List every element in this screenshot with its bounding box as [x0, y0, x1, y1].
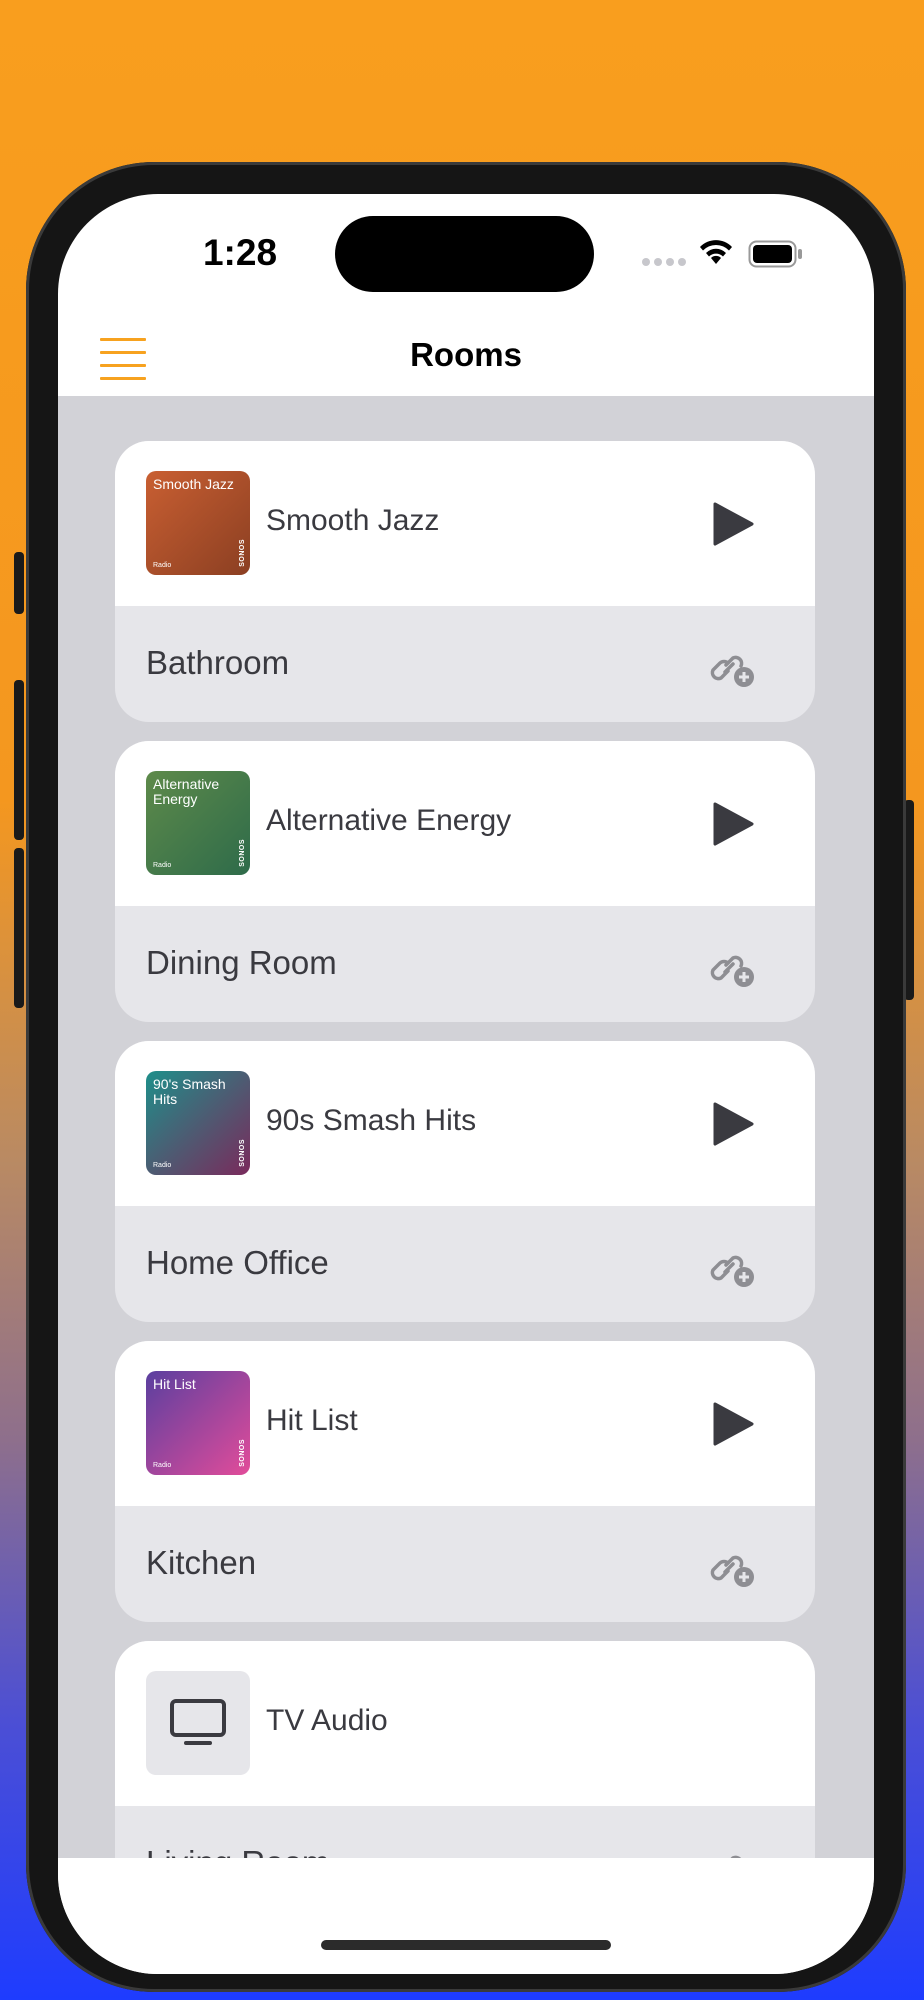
group-link-icon[interactable] — [708, 944, 758, 990]
album-art-title: Smooth Jazz — [153, 476, 234, 492]
tv-icon — [170, 1699, 226, 1745]
home-indicator[interactable] — [321, 1940, 611, 1950]
action-button[interactable] — [14, 552, 24, 614]
now-playing-row[interactable]: Alternative Energy Radio SONOS Alternati… — [115, 741, 815, 906]
room-name: Kitchen — [146, 1544, 257, 1581]
room-card: Alternative Energy Radio SONOS Alternati… — [115, 741, 815, 1022]
album-art-title: Alternative Energy — [153, 776, 220, 807]
room-row[interactable]: Dining Room — [115, 906, 815, 1022]
album-art: Smooth Jazz Radio SONOS — [146, 471, 250, 575]
phone-screen: 1:28 Rooms Smooth Jazz Radio SONOS Smoot — [58, 194, 874, 1974]
cellular-signal-icon — [642, 258, 686, 266]
album-art-brand: SONOS — [239, 539, 246, 567]
track-title: 90s Smash Hits — [266, 1104, 477, 1137]
track-title: TV Audio — [266, 1704, 388, 1737]
album-art: Hit List Radio SONOS — [146, 1371, 250, 1475]
album-art-brand: SONOS — [239, 839, 246, 867]
room-name: Dining Room — [146, 944, 337, 981]
album-art-brand: SONOS — [239, 1439, 246, 1467]
room-card: Hit List Radio SONOS Hit List Kitchen — [115, 1341, 815, 1622]
album-art-radio-label: Radio — [153, 862, 172, 869]
track-title: Hit List — [266, 1404, 358, 1437]
home-indicator-area — [58, 1858, 874, 1974]
track-title: Smooth Jazz — [266, 504, 440, 537]
group-link-icon[interactable] — [708, 1544, 758, 1590]
track-title: Alternative Energy — [266, 804, 512, 837]
room-card: 90's Smash Hits Radio SONOS 90s Smash Hi… — [115, 1041, 815, 1322]
room-name: Bathroom — [146, 644, 290, 681]
room-row[interactable]: Bathroom — [115, 606, 815, 722]
tv-audio-art — [146, 1671, 250, 1775]
room-card: TV Audio Living Room — [115, 1641, 815, 1858]
status-time: 1:28 — [202, 232, 278, 273]
room-row[interactable]: Living Room — [115, 1806, 815, 1858]
battery-icon — [748, 240, 802, 268]
album-art-radio-label: Radio — [153, 1462, 172, 1469]
room-name: Home Office — [146, 1244, 329, 1281]
now-playing-row[interactable]: Hit List Radio SONOS Hit List — [115, 1341, 815, 1506]
volume-down-button[interactable] — [14, 848, 24, 1008]
album-art-title: 90's Smash Hits — [153, 1076, 226, 1107]
room-card: Smooth Jazz Radio SONOS Smooth Jazz Bath… — [115, 441, 815, 722]
group-link-icon[interactable] — [708, 1244, 758, 1290]
volume-up-button[interactable] — [14, 680, 24, 840]
dynamic-island — [335, 216, 594, 292]
album-art-radio-label: Radio — [153, 1162, 172, 1169]
album-art-brand: SONOS — [239, 1139, 246, 1167]
room-name: Living Room — [146, 1844, 329, 1858]
room-row[interactable]: Home Office — [115, 1206, 815, 1322]
group-link-icon[interactable] — [708, 1844, 758, 1858]
now-playing-row[interactable]: 90's Smash Hits Radio SONOS 90s Smash Hi… — [115, 1041, 815, 1206]
album-art-title: Hit List — [153, 1376, 196, 1392]
play-icon[interactable] — [712, 1401, 756, 1447]
album-art: Alternative Energy Radio SONOS — [146, 771, 250, 875]
album-art-radio-label: Radio — [153, 562, 172, 569]
rooms-list[interactable]: Smooth Jazz Radio SONOS Smooth Jazz Bath… — [58, 396, 874, 1858]
page-title: Rooms — [410, 336, 522, 373]
play-icon[interactable] — [712, 801, 756, 847]
wifi-icon — [700, 240, 732, 264]
now-playing-row[interactable]: Smooth Jazz Radio SONOS Smooth Jazz — [115, 441, 815, 606]
album-art: 90's Smash Hits Radio SONOS — [146, 1071, 250, 1175]
group-link-icon[interactable] — [708, 644, 758, 690]
play-icon[interactable] — [712, 501, 756, 547]
now-playing-row[interactable]: TV Audio — [115, 1641, 815, 1806]
room-row[interactable]: Kitchen — [115, 1506, 815, 1622]
play-icon[interactable] — [712, 1101, 756, 1147]
